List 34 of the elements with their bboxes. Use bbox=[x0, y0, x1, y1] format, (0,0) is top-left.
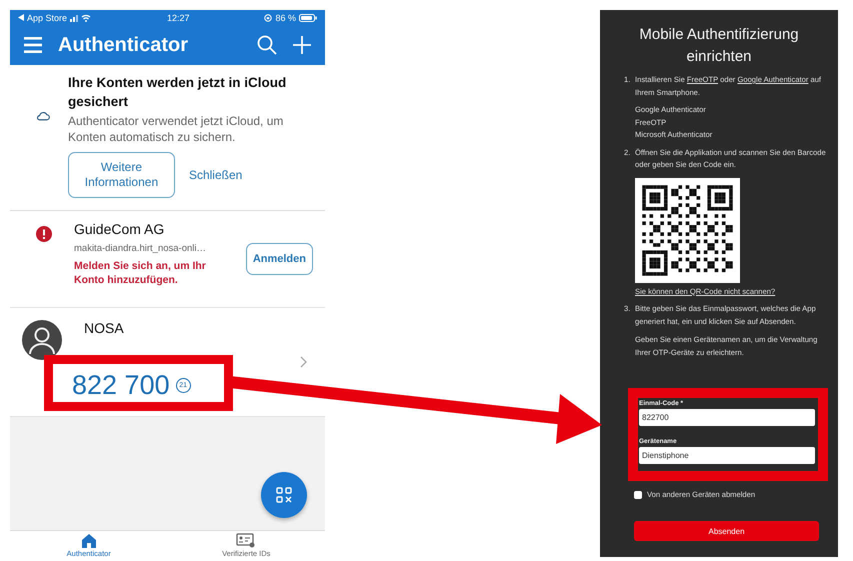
home-icon bbox=[80, 533, 97, 548]
text-input-field[interactable]: Dienstiphone bbox=[639, 447, 815, 464]
sign-in-button[interactable]: Anmelden bbox=[246, 243, 313, 275]
app-title: Authenticator bbox=[58, 34, 189, 56]
submit-button[interactable]: Absenden bbox=[634, 521, 819, 541]
setup-title: Mobile Authentifizierung einrichten bbox=[638, 25, 800, 67]
signal-wifi-icon bbox=[70, 14, 92, 22]
scan-qr-button[interactable] bbox=[261, 472, 307, 518]
more-info-button[interactable]: Weitere Informationen bbox=[68, 152, 175, 198]
battery-icon bbox=[298, 14, 317, 22]
back-triangle-icon bbox=[18, 14, 24, 21]
banner-title: Ihre Konten werden jetzt in iCloud gesichert bbox=[68, 74, 288, 111]
warning-icon bbox=[36, 226, 52, 242]
avatar-icon bbox=[22, 320, 62, 360]
search-icon[interactable] bbox=[257, 35, 277, 55]
sign-in-message: Melden Sie sich an, um Ihr Konto hinzuzufügen. bbox=[74, 259, 207, 287]
banner-text: Authenticator verwendet jetzt iCloud, um Konten automatisch zu sichern. bbox=[68, 113, 284, 145]
text-input-field[interactable]: 822700 bbox=[639, 409, 815, 426]
account-name: GuideCom AG bbox=[74, 221, 166, 237]
id-card-icon bbox=[236, 533, 256, 548]
cloud-icon bbox=[36, 109, 50, 123]
otp-code: 822 700 bbox=[72, 370, 170, 401]
menu-icon[interactable] bbox=[24, 37, 42, 53]
account-username: makita-diandra.hirt_nosa-onli… bbox=[74, 243, 208, 254]
account-name: NOSA bbox=[84, 320, 125, 336]
status-time: 12:27 bbox=[166, 12, 190, 22]
qr-scan-icon bbox=[276, 487, 292, 503]
status-carrier: App Store bbox=[27, 12, 68, 22]
add-icon[interactable] bbox=[293, 36, 311, 54]
checkbox[interactable] bbox=[634, 490, 642, 498]
chevron-right-icon[interactable] bbox=[300, 356, 307, 368]
battery-percentage: 86 % bbox=[275, 12, 296, 22]
rotation-lock-icon bbox=[264, 14, 272, 22]
close-link-button[interactable]: Schließen bbox=[188, 168, 242, 182]
